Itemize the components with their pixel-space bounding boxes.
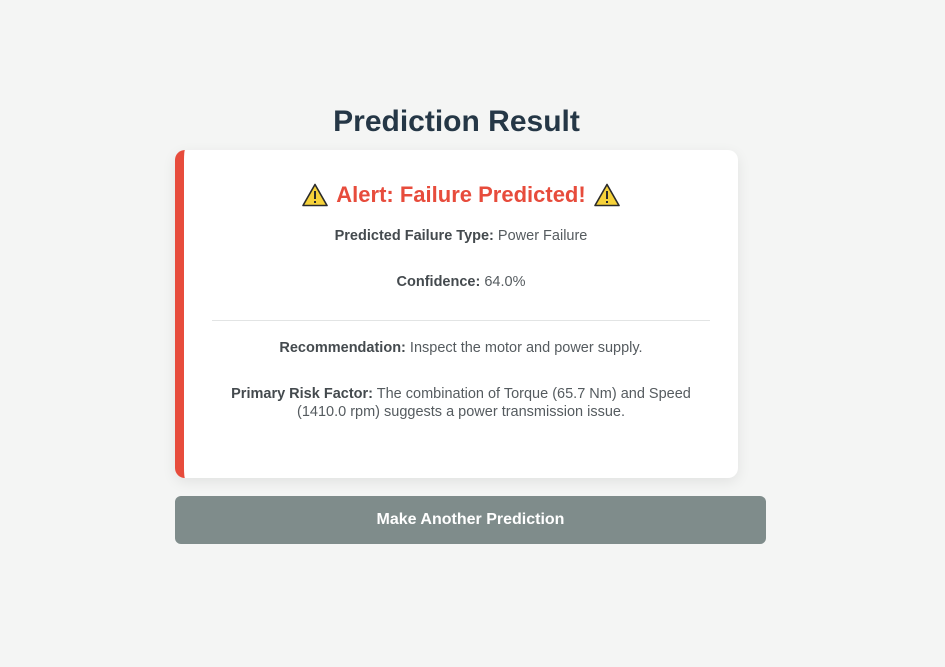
recommendation-value: Inspect the motor and power supply. — [409, 340, 643, 356]
alert-text: Alert: Failure Predicted! — [336, 182, 586, 207]
risk-factor-label: Primary Risk Factor: — [231, 386, 373, 402]
result-card-body: Alert: Failure Predicted! Predicted Fail… — [212, 150, 710, 478]
confidence-label: Confidence: — [396, 274, 481, 290]
confidence-row: Confidence: 64.0% — [212, 273, 710, 291]
page-title: Prediction Result — [333, 105, 580, 138]
failure-type-value: Power Failure — [497, 228, 588, 244]
recommendation-label: Recommendation: — [279, 340, 406, 356]
alert-heading: Alert: Failure Predicted! — [212, 181, 710, 209]
recommendation-row: Recommendation: Inspect the motor and po… — [212, 339, 710, 357]
risk-factor-row: Primary Risk Factor: The combination of … — [212, 385, 710, 421]
failure-type-row: Predicted Failure Type: Power Failure — [212, 227, 710, 245]
confidence-value: 64.0% — [484, 274, 526, 290]
divider — [212, 320, 710, 321]
make-another-prediction-button[interactable]: Make Another Prediction — [175, 496, 766, 544]
page: Prediction Result Alert: Failure Predict… — [0, 0, 945, 667]
warning-icon — [593, 183, 620, 207]
warning-icon — [302, 183, 329, 207]
failure-type-label: Predicted Failure Type: — [334, 228, 494, 244]
result-card: Alert: Failure Predicted! Predicted Fail… — [175, 150, 738, 478]
